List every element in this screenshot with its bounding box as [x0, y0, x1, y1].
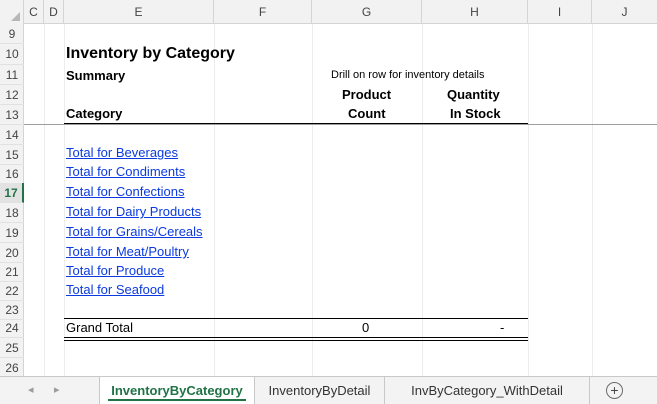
grand-total-top-rule — [64, 318, 528, 319]
row-header[interactable]: 16 — [0, 164, 24, 184]
column-header[interactable]: E — [64, 0, 214, 24]
tab-label: InventoryByCategory — [111, 383, 243, 398]
header-category: Category — [66, 106, 123, 121]
select-all-corner[interactable] — [0, 0, 24, 24]
category-link-grains-cereals[interactable]: Total for Grains/Cereals — [66, 224, 203, 239]
row-header[interactable]: 12 — [0, 85, 24, 105]
row-header[interactable]: 18 — [0, 203, 24, 223]
summary-label: Summary — [66, 68, 126, 83]
sheet-tab-bar: ◂ ▸ InventoryByCategory InventoryByDetai… — [0, 376, 657, 404]
row-header[interactable]: 22 — [0, 281, 24, 301]
report-title: Inventory by Category — [66, 45, 235, 62]
row-headers: 9 10 11 12 13 14 15 16 17 18 19 20 21 22… — [0, 24, 24, 376]
category-link-produce[interactable]: Total for Produce — [66, 263, 164, 278]
tab-inventory-by-detail[interactable]: InventoryByDetail — [255, 377, 385, 404]
tab-inventory-by-category[interactable]: InventoryByCategory — [99, 377, 255, 404]
header-product-count-line1: Product — [342, 87, 392, 102]
column-header[interactable]: I — [528, 0, 592, 24]
column-header[interactable]: G — [312, 0, 422, 24]
row-header[interactable]: 10 — [0, 44, 24, 65]
cell-grid[interactable]: Inventory by Category Summary Drill on r… — [24, 24, 657, 376]
row-header[interactable]: 15 — [0, 145, 24, 165]
row-header[interactable]: 26 — [0, 358, 24, 376]
next-sheet-arrow-icon[interactable]: ▸ — [54, 383, 60, 396]
prev-sheet-arrow-icon[interactable]: ◂ — [28, 383, 34, 396]
tab-label: InventoryByDetail — [268, 383, 371, 398]
category-link-seafood[interactable]: Total for Seafood — [66, 282, 164, 297]
add-sheet-plus-icon[interactable]: + — [606, 382, 623, 399]
grand-total-quantity: - — [500, 320, 505, 335]
tab-inv-by-category-with-detail[interactable]: InvByCategory_WithDetail — [385, 377, 590, 404]
row-header-active[interactable]: 17 — [0, 183, 24, 203]
row-header[interactable]: 19 — [0, 223, 24, 243]
row-header[interactable]: 11 — [0, 65, 24, 85]
row-header[interactable]: 21 — [0, 262, 24, 282]
column-header[interactable]: F — [214, 0, 312, 24]
row-header[interactable]: 9 — [0, 24, 24, 44]
freeze-pane-divider — [24, 124, 657, 125]
row-header[interactable]: 20 — [0, 243, 24, 263]
grand-total-count: 0 — [362, 320, 370, 335]
category-link-beverages[interactable]: Total for Beverages — [66, 145, 178, 160]
header-underline — [64, 123, 528, 124]
header-product-count-line2: Count — [348, 106, 386, 121]
category-link-meat-poultry[interactable]: Total for Meat/Poultry — [66, 244, 189, 259]
column-header[interactable]: J — [592, 0, 657, 24]
row-header[interactable]: 23 — [0, 300, 24, 320]
row-header[interactable]: 14 — [0, 125, 24, 145]
row-header[interactable]: 25 — [0, 338, 24, 358]
column-headers: C D E F G H I J — [0, 0, 657, 24]
tab-label: InvByCategory_WithDetail — [411, 383, 563, 398]
column-header[interactable]: C — [24, 0, 44, 24]
row-header[interactable]: 13 — [0, 105, 24, 125]
grand-total-double-rule-2 — [64, 340, 528, 341]
category-link-condiments[interactable]: Total for Condiments — [66, 164, 185, 179]
grand-total-double-rule-1 — [64, 337, 528, 338]
category-link-dairy-products[interactable]: Total for Dairy Products — [66, 204, 201, 219]
column-header[interactable]: H — [422, 0, 528, 24]
worksheet[interactable]: C D E F G H I J 9 10 11 12 13 14 15 16 1… — [0, 0, 657, 376]
drill-hint: Drill on row for inventory details — [331, 69, 485, 81]
column-header[interactable]: D — [44, 0, 64, 24]
grand-total-label: Grand Total — [66, 320, 133, 335]
row-header[interactable]: 24 — [0, 318, 24, 338]
header-quantity-line2: In Stock — [450, 106, 501, 121]
header-quantity-line1: Quantity — [447, 87, 500, 102]
category-link-confections[interactable]: Total for Confections — [66, 184, 185, 199]
